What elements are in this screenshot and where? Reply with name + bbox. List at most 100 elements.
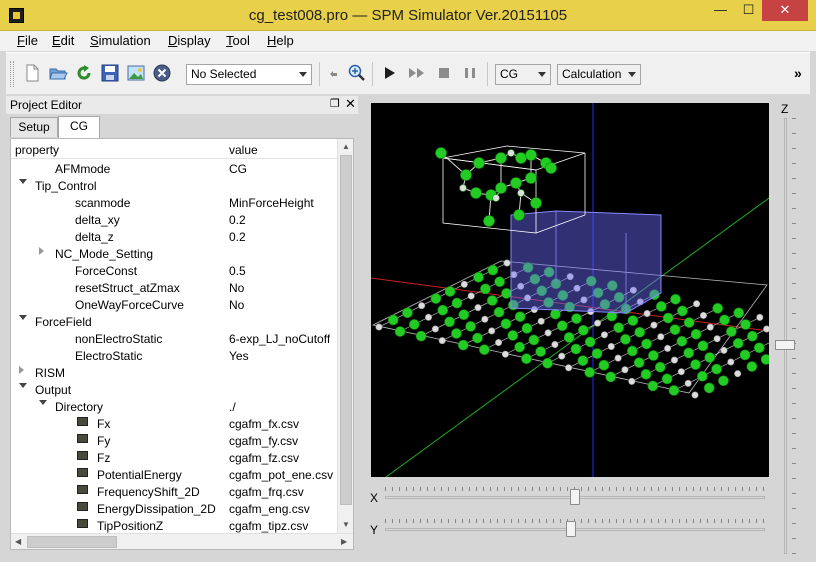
tree-row[interactable]: scanmode MinForceHeight bbox=[11, 195, 337, 212]
toolbar-grip[interactable] bbox=[10, 61, 14, 87]
property-value[interactable]: Yes bbox=[229, 349, 249, 363]
scroll-thumb[interactable] bbox=[340, 155, 352, 505]
carbon-atom bbox=[676, 336, 688, 347]
menu-tool[interactable]: Tool bbox=[226, 33, 250, 48]
x-slider[interactable] bbox=[385, 487, 765, 507]
property-value[interactable]: cgafm_fy.csv bbox=[229, 434, 298, 448]
property-value[interactable]: cgafm_eng.csv bbox=[229, 502, 310, 516]
tree-row[interactable]: Tip_Control bbox=[11, 178, 337, 195]
tree-row[interactable]: ElectroStatic Yes bbox=[11, 348, 337, 365]
collapse-arrow-icon[interactable] bbox=[19, 179, 27, 184]
y-slider-handle[interactable] bbox=[566, 521, 577, 537]
maximize-button[interactable]: ☐ bbox=[735, 0, 762, 21]
y-slider[interactable] bbox=[385, 519, 765, 539]
collapse-arrow-icon[interactable] bbox=[39, 400, 47, 405]
tree-row[interactable]: AFMmode CG bbox=[11, 161, 337, 178]
property-value[interactable]: cgafm_tipz.csv bbox=[229, 519, 308, 533]
expand-arrow-icon[interactable] bbox=[39, 247, 44, 255]
toolbar-overflow-icon[interactable]: » bbox=[794, 65, 802, 81]
tree-row[interactable]: ForceField bbox=[11, 314, 337, 331]
new-file-icon[interactable] bbox=[22, 63, 42, 83]
x-slider-handle[interactable] bbox=[570, 489, 580, 505]
tree-row[interactable]: Fy cgafm_fy.csv bbox=[11, 433, 337, 450]
pause-icon[interactable] bbox=[460, 63, 480, 83]
property-value[interactable]: cgafm_frq.csv bbox=[229, 485, 304, 499]
tree-row[interactable]: OneWayForceCurve No bbox=[11, 297, 337, 314]
scroll-up-icon[interactable]: ▲ bbox=[342, 142, 350, 151]
action-combo-value: Calculation bbox=[562, 67, 622, 81]
property-value[interactable]: 0.2 bbox=[229, 213, 246, 227]
property-value[interactable]: cgafm_fx.csv bbox=[229, 417, 299, 431]
open-folder-icon[interactable] bbox=[48, 63, 68, 83]
reload-icon[interactable] bbox=[74, 63, 94, 83]
carbon-atom bbox=[668, 385, 680, 396]
close-button[interactable]: ✕ bbox=[762, 0, 808, 21]
close-panel-icon[interactable]: ✕ bbox=[345, 96, 356, 112]
property-value[interactable]: No bbox=[229, 281, 244, 295]
tree-row[interactable]: Fx cgafm_fx.csv bbox=[11, 416, 337, 433]
tree-row[interactable]: delta_z 0.2 bbox=[11, 229, 337, 246]
tree-row[interactable]: EnergyDissipation_2D cgafm_eng.csv bbox=[11, 501, 337, 518]
scroll-left-icon[interactable]: ◀ bbox=[15, 537, 21, 546]
tree-row[interactable]: nonElectroStatic 6-exp_LJ_noCutoff bbox=[11, 331, 337, 348]
3d-viewer[interactable] bbox=[370, 103, 815, 478]
tab-cg[interactable]: CG bbox=[58, 116, 100, 138]
scroll-down-icon[interactable]: ▼ bbox=[342, 520, 350, 529]
z-slider-handle[interactable] bbox=[775, 339, 795, 350]
property-value[interactable]: MinForceHeight bbox=[229, 196, 314, 210]
hydrogen-atom bbox=[537, 317, 545, 325]
z-slider[interactable] bbox=[772, 118, 800, 554]
float-panel-icon[interactable]: ❐ bbox=[330, 97, 340, 110]
tree-row[interactable]: RISM bbox=[11, 365, 337, 382]
save-icon[interactable] bbox=[100, 63, 120, 83]
property-value[interactable]: cgafm_fz.csv bbox=[229, 451, 299, 465]
stop-icon[interactable] bbox=[434, 63, 454, 83]
carbon-atom bbox=[605, 371, 617, 383]
tree-row[interactable]: ForceConst 0.5 bbox=[11, 263, 337, 280]
mode-combo[interactable]: CG bbox=[495, 64, 551, 85]
tree-row[interactable]: PotentialEnergy cgafm_pot_ene.csv bbox=[11, 467, 337, 484]
carbon-atom bbox=[732, 337, 744, 349]
tree-row[interactable]: resetStruct_atZmax No bbox=[11, 280, 337, 297]
stop-circle-icon[interactable] bbox=[152, 63, 172, 83]
hydrogen-atom bbox=[565, 364, 573, 372]
tree-row[interactable]: Fz cgafm_fz.csv bbox=[11, 450, 337, 467]
tree-row[interactable]: Output bbox=[11, 382, 337, 399]
collapse-arrow-icon[interactable] bbox=[19, 315, 27, 320]
property-value[interactable]: ./ bbox=[229, 400, 236, 414]
minimize-button[interactable]: — bbox=[707, 0, 734, 21]
property-value[interactable]: 0.5 bbox=[229, 264, 246, 278]
scroll-right-icon[interactable]: ▶ bbox=[341, 537, 347, 546]
tree-row[interactable]: NC_Mode_Setting bbox=[11, 246, 337, 263]
zoom-icon[interactable] bbox=[347, 63, 367, 83]
menu-simulation[interactable]: Simulation bbox=[90, 33, 151, 48]
expand-arrow-icon[interactable] bbox=[19, 366, 24, 374]
column-header-property[interactable]: property bbox=[15, 143, 59, 157]
property-name: scanmode bbox=[75, 196, 131, 210]
property-value[interactable]: No bbox=[229, 298, 244, 312]
property-value[interactable]: CG bbox=[229, 162, 247, 176]
property-value[interactable]: cgafm_pot_ene.csv bbox=[229, 468, 333, 482]
horizontal-scrollbar[interactable]: ◀ ▶ bbox=[11, 533, 353, 549]
column-header-value[interactable]: value bbox=[229, 143, 258, 157]
tree-row[interactable]: Directory ./ bbox=[11, 399, 337, 416]
play-icon[interactable] bbox=[380, 63, 400, 83]
property-value[interactable]: 6-exp_LJ_noCutoff bbox=[229, 332, 330, 346]
menu-file[interactable]: File bbox=[17, 33, 38, 48]
menu-help[interactable]: Help bbox=[267, 33, 294, 48]
tab-setup[interactable]: Setup bbox=[10, 117, 58, 137]
property-value[interactable]: 0.2 bbox=[229, 230, 246, 244]
carbon-atom bbox=[545, 162, 557, 174]
tree-row[interactable]: FrequencyShift_2D cgafm_frq.csv bbox=[11, 484, 337, 501]
menu-edit[interactable]: Edit bbox=[52, 33, 74, 48]
fast-forward-icon[interactable] bbox=[407, 63, 427, 83]
tree-row[interactable]: delta_xy 0.2 bbox=[11, 212, 337, 229]
menu-display[interactable]: Display bbox=[168, 33, 211, 48]
vertical-scrollbar[interactable]: ▲ ▼ bbox=[337, 139, 353, 533]
selection-combo[interactable]: No Selected bbox=[186, 64, 312, 85]
scroll-thumb[interactable] bbox=[27, 536, 117, 548]
undo-icon[interactable] bbox=[324, 63, 344, 83]
image-icon[interactable] bbox=[126, 63, 146, 83]
action-combo[interactable]: Calculation bbox=[557, 64, 641, 85]
collapse-arrow-icon[interactable] bbox=[19, 383, 27, 388]
